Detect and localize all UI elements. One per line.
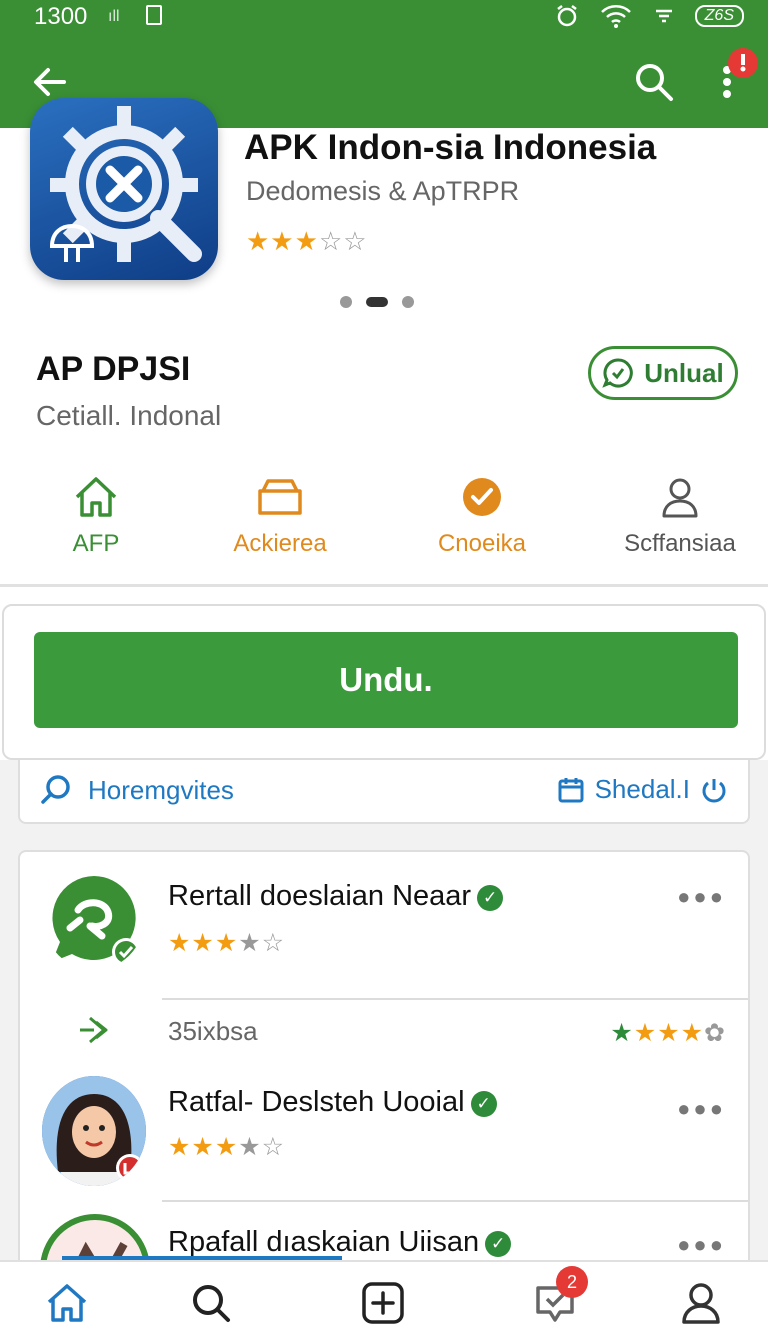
alarm-icon [556, 5, 577, 27]
notification-dot [728, 48, 758, 78]
tab-label: AFP [72, 530, 120, 557]
verified-icon: ✓ [485, 1231, 512, 1257]
tab-afp[interactable]: AFP [6, 472, 186, 558]
app-logo [30, 98, 218, 280]
carousel-indicator[interactable] [340, 296, 414, 308]
nav-active-indicator [62, 1256, 342, 1260]
more-horiz-button[interactable]: ●●● [677, 1096, 726, 1122]
tab-label: Scffansiaa [624, 530, 736, 557]
nav-search[interactable] [186, 1280, 236, 1326]
install-label: Unlual [644, 357, 724, 388]
folder-icon [258, 479, 302, 515]
chat-logo-icon [52, 876, 140, 966]
calendar-icon [558, 777, 584, 802]
more-horiz-button[interactable]: ●●● [677, 1232, 726, 1258]
search-icon [636, 64, 673, 101]
list-divider [162, 1200, 748, 1202]
nav-home[interactable] [42, 1280, 92, 1326]
gear-wrench-icon [49, 106, 202, 262]
carousel-dot[interactable] [402, 296, 414, 308]
arrow-left-icon [34, 68, 66, 96]
status-time: 1300 [34, 3, 88, 30]
search-icon [41, 775, 70, 804]
person-icon [662, 478, 698, 518]
filter-right-label: Shedal.I [594, 774, 690, 804]
power-icon [702, 778, 726, 802]
list-item-rating: ★★★★☆ [168, 929, 286, 957]
list-meta: 35ixbsa [168, 1016, 258, 1046]
app-list: Rertall doeslaian Neaar ✓ ★★★★☆ ●●● 35ixb… [18, 850, 750, 1280]
data-icon [655, 9, 672, 23]
app-avatar-2[interactable] [42, 1076, 146, 1186]
carousel-dot-active[interactable] [366, 297, 388, 307]
hero-rating: ★★★☆☆ [246, 226, 368, 257]
chat-bubble-icon [602, 358, 634, 388]
nav-add[interactable] [358, 1280, 408, 1326]
filter-bar: Horemgvites Shedal.I [18, 760, 750, 824]
add-icon [362, 1282, 404, 1324]
signal-icon: ıll [108, 8, 120, 25]
filter-search[interactable]: Horemgvites [40, 774, 234, 806]
tab-label: Ackierea [233, 530, 327, 557]
check-circle-icon [463, 478, 501, 516]
app-avatar-1[interactable] [44, 870, 144, 970]
notification-badge: 2 [556, 1266, 588, 1298]
filter-schedule[interactable]: Shedal.I [557, 774, 728, 805]
list-meta-rating: ★★★★✿ [610, 1019, 726, 1047]
download-button[interactable]: Undu. [34, 632, 738, 728]
home-icon [75, 477, 117, 517]
profile-icon [682, 1283, 720, 1324]
more-horiz-button[interactable]: ●●● [677, 884, 726, 910]
wifi-icon [600, 5, 631, 28]
verified-icon: ✓ [477, 885, 504, 911]
tab-label: Cnoeika [437, 530, 527, 557]
app-name: AP DPJSI [36, 350, 191, 388]
hero-subtitle: Dedomesis & ApTRPR [246, 176, 520, 206]
battery-indicator: Z6S [694, 5, 744, 27]
list-item-title: Rertall doeslaian Neaar ✓ [168, 880, 504, 913]
person-avatar-icon [42, 1076, 146, 1186]
star-empty-icon: ☆☆ [318, 226, 368, 256]
search-button[interactable] [630, 58, 678, 106]
list-divider [162, 998, 748, 1000]
list-item-title: Rpafall dıaskaian Uiisan ✓ [168, 1226, 512, 1259]
verified-icon: ✓ [470, 1091, 497, 1117]
app-developer: Cetiall. Indonal [36, 400, 222, 431]
alert-icon [740, 54, 746, 72]
home-icon [47, 1284, 87, 1322]
list-item-title: Ratfal- Deslsteh Uooial ✓ [168, 1086, 497, 1119]
nav-profile[interactable] [676, 1280, 726, 1326]
sim-icon [146, 5, 162, 25]
category-tabs: AFP Ackierea Cnoeika Scffansiaa [0, 472, 768, 582]
share-arrow-icon[interactable] [76, 1012, 112, 1048]
tab-ackierea[interactable]: Ackierea [190, 472, 370, 558]
hero-title: APK Indon-sia Indonesia [244, 128, 657, 167]
star-filled-icon: ★★★ [246, 226, 319, 256]
divider [0, 584, 768, 587]
status-bar: 1300 ıll Z6S [0, 0, 768, 34]
tab-scffansiaa[interactable]: Scffansiaa [590, 472, 768, 558]
search-icon [193, 1285, 230, 1322]
filter-left-label: Horemgvites [88, 774, 234, 805]
carousel-dot[interactable] [340, 296, 352, 308]
install-outline-button[interactable]: Unlual [588, 346, 738, 400]
list-item-rating: ★★★★☆ [168, 1133, 286, 1161]
tab-cnoeika[interactable]: Cnoeika [392, 472, 572, 558]
